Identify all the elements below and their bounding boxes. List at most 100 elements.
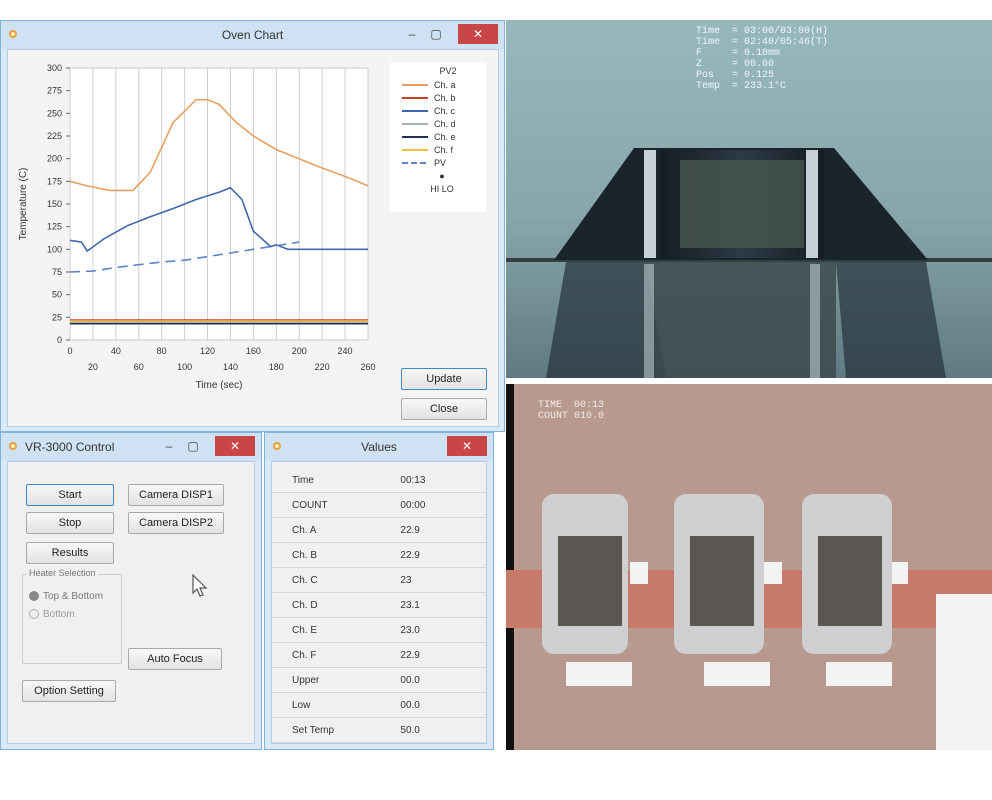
value-key: Upper: [272, 667, 401, 693]
results-button[interactable]: Results: [26, 542, 114, 564]
side-camera-overlay-text: Time = 03:00/03:00(H) Time = 02:40/05:46(…: [696, 26, 828, 92]
legend-label: Ch. f: [434, 145, 454, 155]
legend-label: Ch. d: [434, 119, 456, 129]
y-tick-label: 75: [52, 267, 62, 277]
y-tick-label: 100: [47, 244, 62, 254]
y-tick-label: 175: [47, 176, 62, 186]
x-axis-label: Time (sec): [196, 380, 243, 391]
option-setting-button[interactable]: Option Setting: [22, 680, 116, 702]
values-row: Ch. F 22.9: [272, 642, 486, 668]
maximize-button[interactable]: ▢: [183, 436, 203, 456]
control-window-titlebar[interactable]: VR-3000 Control – ▢ ✕: [1, 433, 261, 461]
heater-group-label: Heater Selection: [27, 568, 98, 578]
values-client-area: Time 00:13 COUNT 00:00 Ch. A 22.9 Ch. B 22.9 Ch.…: [271, 461, 487, 744]
camera-disp2-button[interactable]: Camera DISP2: [128, 512, 224, 534]
value-reading: 00.0: [400, 692, 486, 718]
plot-area: [69, 67, 369, 341]
legend-label: Ch. b: [434, 93, 456, 103]
x-tick-label: 20: [88, 362, 98, 372]
chart-close-button[interactable]: Close: [401, 398, 487, 420]
y-axis-label: Temperature (C): [18, 168, 29, 241]
values-row: Ch. D 23.1: [272, 592, 486, 618]
x-tick-label: 40: [111, 346, 121, 356]
x-tick-label: 60: [134, 362, 144, 372]
values-window-titlebar[interactable]: Values ✕: [265, 433, 493, 461]
chart-window-titlebar[interactable]: Oven Chart – ▢ ✕: [1, 21, 504, 49]
value-reading: 00:13: [400, 468, 486, 493]
value-key: Ch. F: [272, 642, 401, 668]
minimize-button[interactable]: –: [402, 24, 422, 44]
chart-legend: PV2 Ch. a Ch. b Ch. c Ch. d Ch. e Ch. f PV ● HI L…: [390, 62, 486, 212]
values-row: Ch. B 22.9: [272, 542, 486, 568]
close-button[interactable]: ✕: [215, 436, 255, 456]
values-table: Time 00:13 COUNT 00:00 Ch. A 22.9 Ch. B 22.9 Ch.…: [272, 468, 486, 743]
value-key: Ch. D: [272, 592, 401, 618]
osd-line: Time = 02:40/05:46(T): [696, 37, 829, 48]
x-tick-label: 260: [360, 362, 375, 372]
start-button[interactable]: Start: [26, 484, 114, 506]
radio-bottom[interactable]: Bottom: [29, 609, 75, 620]
legend-label: PV: [434, 158, 446, 168]
osd-line: Time = 03:00/03:00(H): [696, 26, 829, 37]
legend-label: Ch. c: [434, 106, 456, 116]
x-tick-label: 100: [177, 362, 192, 372]
values-row: Ch. A 22.9: [272, 517, 486, 543]
radio-selected-icon: [29, 591, 39, 602]
value-key: COUNT: [272, 492, 401, 518]
top-camera-view: TIME 00:13 COUNT 010.0: [506, 384, 992, 750]
values-row: Time 00:13: [272, 468, 486, 493]
y-tick-label: 150: [47, 199, 62, 209]
x-tick-label: 0: [67, 346, 72, 356]
value-key: Ch. B: [272, 542, 401, 568]
top-camera-image: [506, 384, 992, 750]
y-tick-label: 275: [47, 86, 62, 96]
osd-line: COUNT 010.0: [538, 411, 605, 422]
value-reading: 00:00: [400, 492, 486, 518]
close-button[interactable]: ✕: [458, 24, 498, 44]
x-tick-label: 120: [200, 346, 215, 356]
y-tick-label: 0: [57, 335, 62, 345]
value-reading: 22.9: [400, 642, 486, 668]
legend-label: Ch. a: [434, 80, 456, 90]
x-tick-label: 180: [269, 362, 284, 372]
temperature-chart: 30027525022520017515012510075502500 40 80 1…: [18, 63, 376, 391]
value-key: Ch. C: [272, 567, 401, 593]
values-row: Ch. C 23: [272, 567, 486, 593]
minimize-button[interactable]: –: [159, 436, 179, 456]
osd-line: TIME 00:13: [538, 400, 605, 411]
x-tick-label: 160: [246, 346, 261, 356]
maximize-button[interactable]: ▢: [426, 24, 446, 44]
legend-extra: HI LO: [430, 184, 454, 194]
value-reading: 22.9: [400, 517, 486, 543]
x-tick-label: 240: [338, 346, 353, 356]
mouse-cursor-icon: [192, 574, 208, 597]
value-reading: 50.0: [400, 717, 486, 743]
oven-chart-window: Oven Chart – ▢ ✕ 300 275 250 225 200 175 150 12…: [0, 20, 505, 432]
y-tick-label: 50: [52, 290, 62, 300]
osd-line: Z = 00.00: [696, 59, 775, 70]
osd-line: Pos = 0.125: [696, 70, 775, 81]
value-key: Ch. A: [272, 517, 401, 543]
side-camera-view: Time = 03:00/03:00(H) Time = 02:40/05:46(…: [506, 20, 992, 378]
value-reading: 23: [400, 567, 486, 593]
radio-label: Top & Bottom: [43, 591, 104, 602]
legend-label: Ch. e: [434, 132, 456, 142]
radio-label: Bottom: [43, 609, 75, 620]
app-icon: [9, 442, 17, 450]
update-button[interactable]: Update: [401, 368, 487, 390]
values-row: Upper 00.0: [272, 667, 486, 693]
value-key: Low: [272, 692, 401, 718]
legend-header: PV2: [439, 66, 456, 76]
values-row: Set Temp 50.0: [272, 717, 486, 743]
camera-disp1-button[interactable]: Camera DISP1: [128, 484, 224, 506]
radio-unselected-icon: [29, 609, 39, 620]
value-reading: 23.1: [400, 592, 486, 618]
chart-client-area: 300 275 250 225 200 175 150 125 100 75 50 25 0 0 40 80 1…: [7, 49, 499, 427]
top-camera-overlay-text: TIME 00:13 COUNT 010.0: [538, 400, 604, 422]
auto-focus-button[interactable]: Auto Focus: [128, 648, 222, 670]
stop-button[interactable]: Stop: [26, 512, 114, 534]
close-button[interactable]: ✕: [447, 436, 487, 456]
x-tick-label: 220: [315, 362, 330, 372]
radio-top-bottom[interactable]: Top & Bottom: [29, 591, 103, 602]
values-row: Low 00.0: [272, 692, 486, 718]
